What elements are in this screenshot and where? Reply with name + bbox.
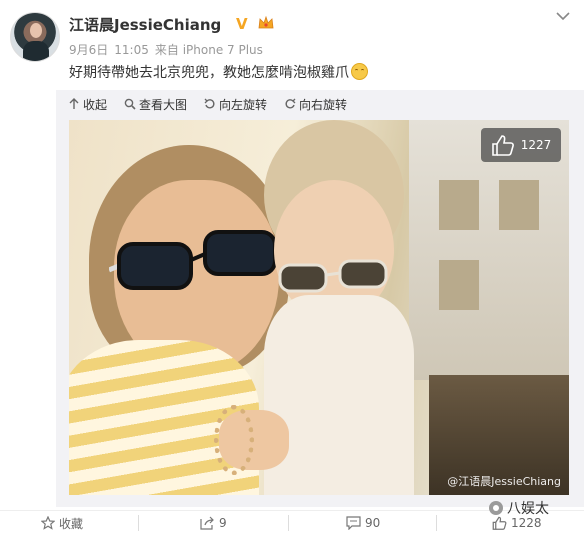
post-header: 江语晨JessieChiang V 9月6日 11:05 来自 iPhone 7 P… xyxy=(0,0,584,94)
comment-count: 90 xyxy=(365,516,381,530)
share-count: 9 xyxy=(219,516,227,530)
star-icon xyxy=(41,516,55,530)
sunglasses-woman xyxy=(109,230,277,290)
post-date[interactable]: 9月6日 xyxy=(69,43,108,57)
photo-like-button[interactable]: 1227 xyxy=(481,128,561,162)
thumbs-up-icon xyxy=(491,135,514,156)
comment-icon xyxy=(346,516,361,530)
chevron-down-icon[interactable] xyxy=(555,10,571,22)
brand-logo-icon xyxy=(489,501,503,515)
search-icon xyxy=(124,98,136,110)
post-source: 来自 iPhone 7 Plus xyxy=(154,43,263,57)
sunglasses-girl xyxy=(278,259,388,293)
avatar[interactable] xyxy=(10,12,60,62)
brand-watermark: 八娱太 xyxy=(489,496,549,520)
rotate-left-label: 向左旋转 xyxy=(219,97,268,112)
smile-emoji-icon xyxy=(351,63,368,80)
rotate-right-label: 向右旋转 xyxy=(299,97,348,112)
comment-button[interactable]: 90 xyxy=(346,511,380,534)
view-large-label: 查看大图 xyxy=(139,97,188,112)
favorite-label: 收藏 xyxy=(59,516,84,531)
image-toolbar: 收起 查看大图 向左旋转 向右旋转 xyxy=(56,90,364,118)
photo-watermark: @江语晨JessieChiang xyxy=(447,475,561,488)
crown-icon xyxy=(258,15,274,29)
post-text: 好期待帶她去北京兜兜，教她怎麼啃泡椒雞爪 xyxy=(69,62,368,82)
share-icon xyxy=(200,516,214,530)
username[interactable]: 江语晨JessieChiang xyxy=(69,14,221,35)
verified-badge: V xyxy=(236,15,248,33)
post-photo[interactable]: 1227 @江语晨JessieChiang xyxy=(69,120,569,495)
photo-like-count: 1227 xyxy=(520,138,552,152)
collapse-label: 收起 xyxy=(83,97,108,112)
view-large-button[interactable]: 查看大图 xyxy=(124,96,187,113)
media-panel: 收起 查看大图 向左旋转 向右旋转 1227 @江语晨JessieChiang xyxy=(56,90,584,507)
arrow-up-icon xyxy=(69,98,79,109)
favorite-button[interactable]: 收藏 xyxy=(41,511,83,534)
rotate-left-button[interactable]: 向左旋转 xyxy=(204,96,267,113)
rotate-left-icon xyxy=(204,98,215,109)
rotate-right-button[interactable]: 向右旋转 xyxy=(284,96,347,113)
post-text-content: 好期待帶她去北京兜兜，教她怎麼啃泡椒雞爪 xyxy=(69,65,349,81)
rotate-right-icon xyxy=(285,98,296,109)
brand-name: 八娱太 xyxy=(507,501,549,517)
post-meta: 9月6日 11:05 来自 iPhone 7 Plus xyxy=(69,41,269,58)
collapse-button[interactable]: 收起 xyxy=(68,96,107,113)
share-button[interactable]: 9 xyxy=(200,511,227,534)
post-time[interactable]: 11:05 xyxy=(114,43,149,57)
